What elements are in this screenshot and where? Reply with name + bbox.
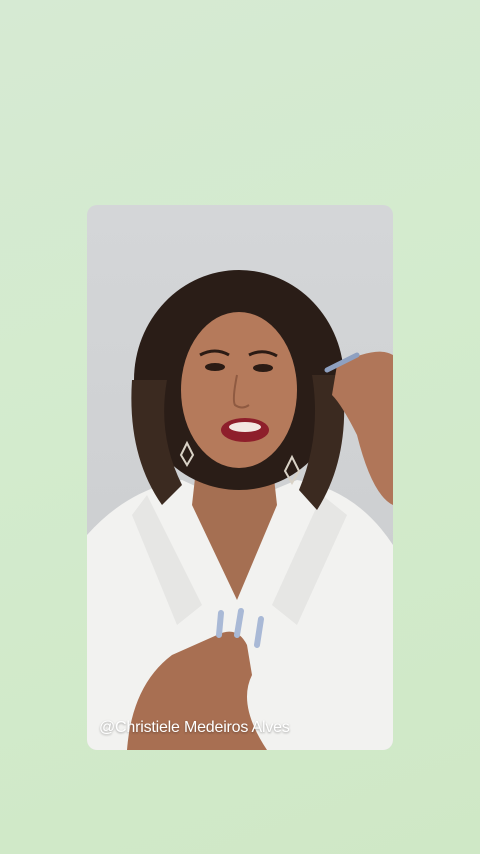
video-frame	[87, 270, 393, 750]
video-player[interactable]: @Christiele Medeiros Alves	[87, 205, 393, 750]
left-eye	[205, 363, 225, 371]
right-eye	[253, 364, 273, 372]
face	[181, 312, 297, 468]
video-caption: @Christiele Medeiros Alves	[99, 719, 290, 736]
